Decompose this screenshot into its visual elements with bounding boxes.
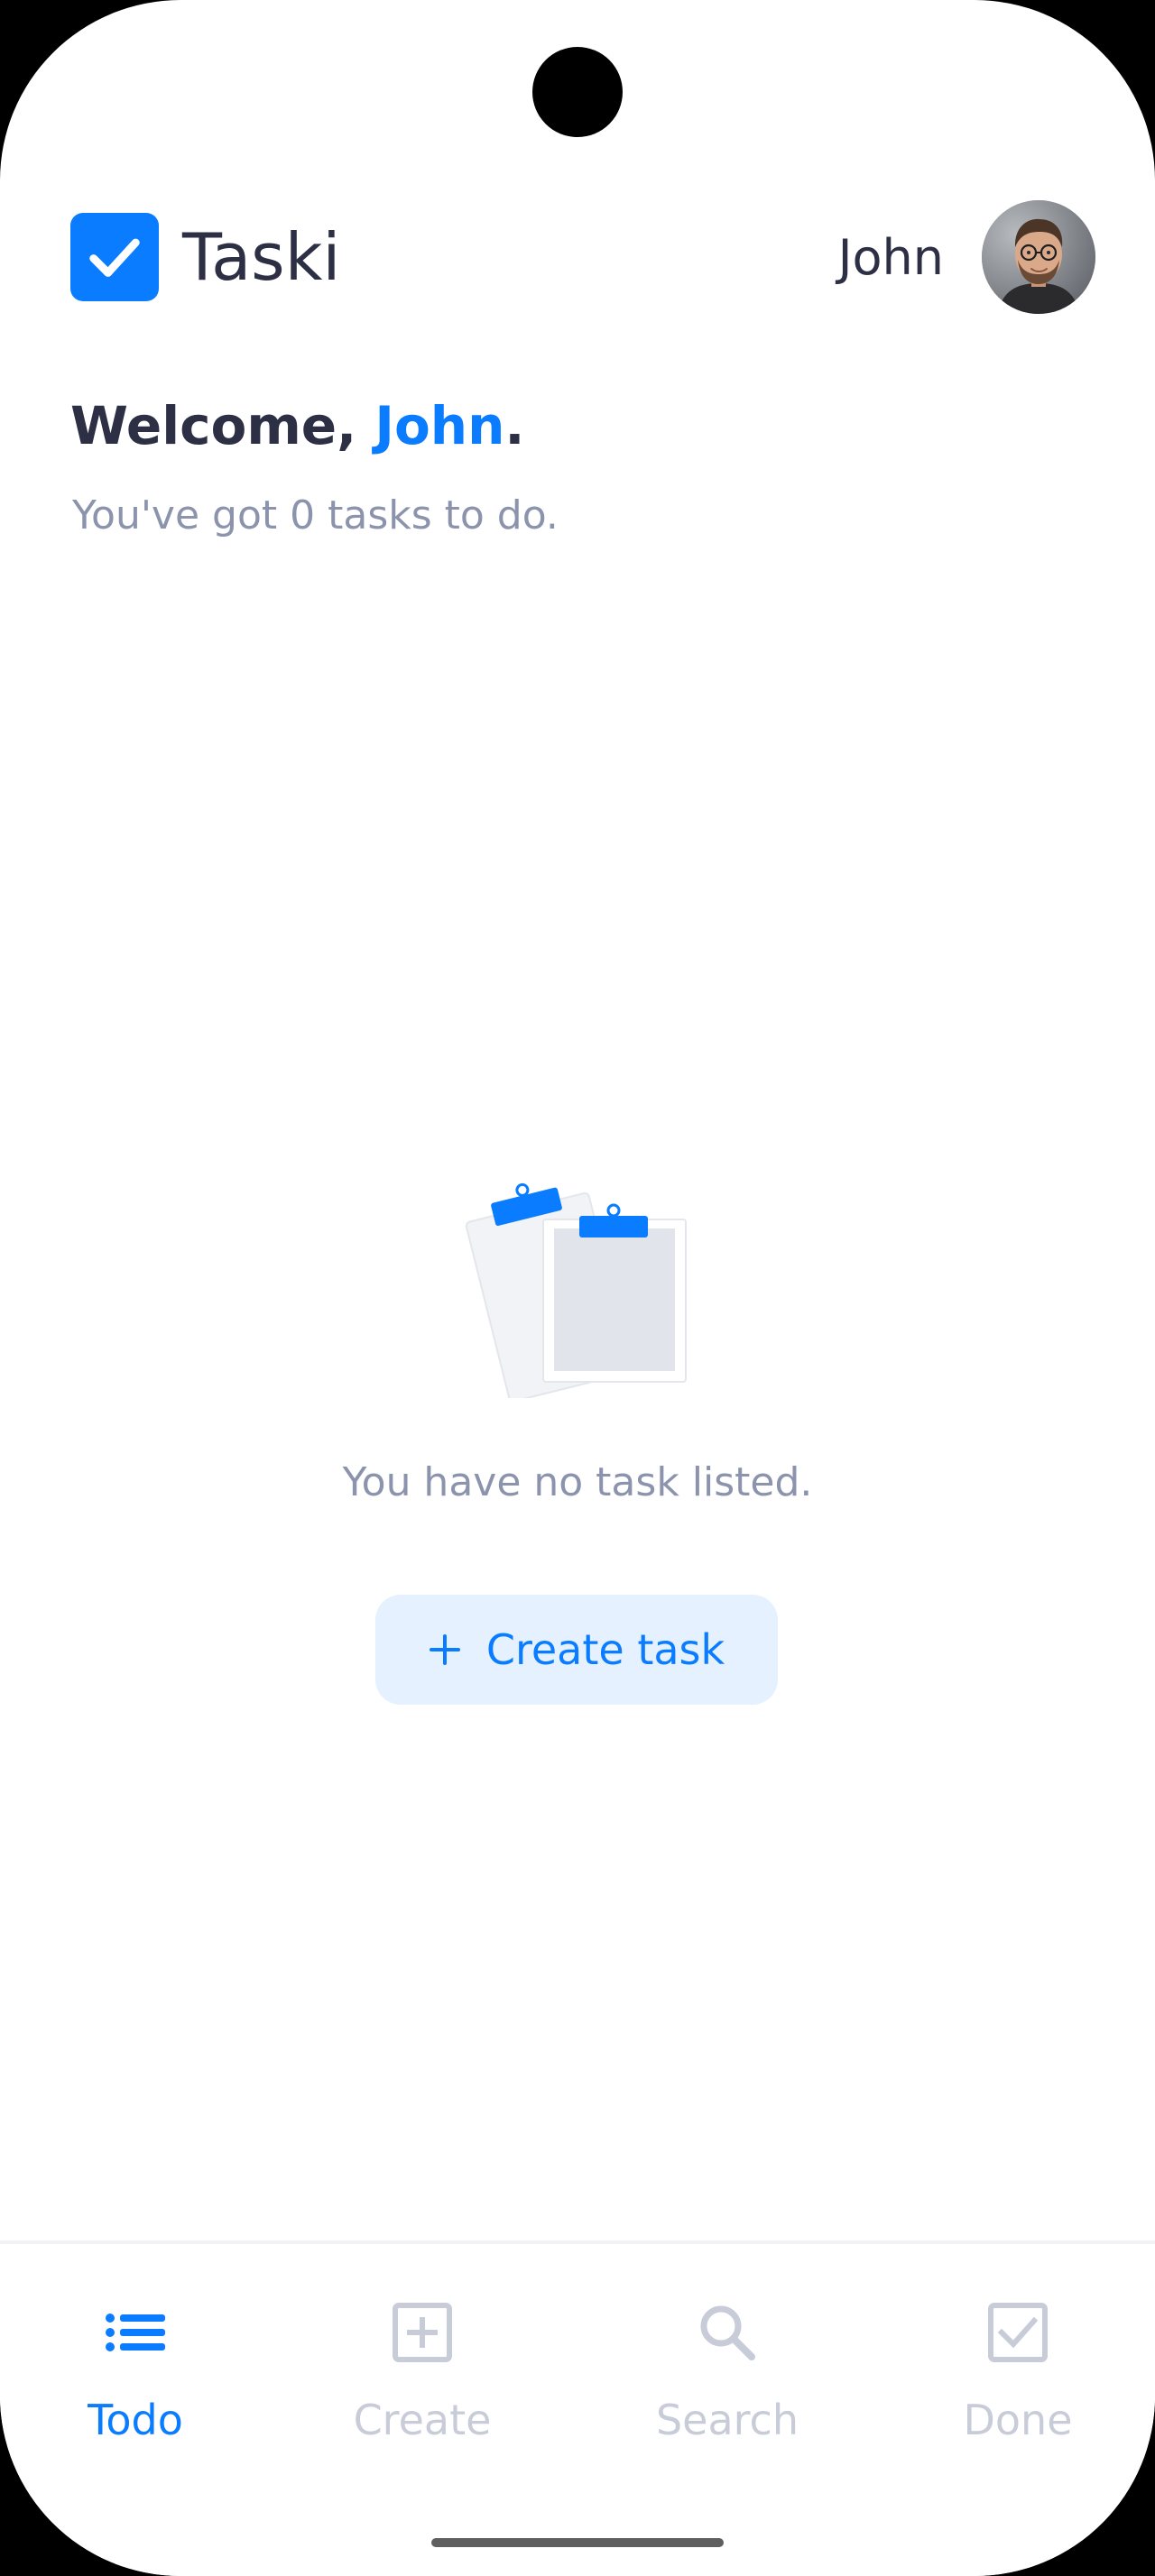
- welcome-user-name: John: [374, 395, 505, 456]
- app-name: Taski: [182, 219, 341, 295]
- welcome-heading: Welcome, John.: [70, 395, 524, 456]
- welcome-suffix: .: [504, 395, 525, 456]
- nav-item-done[interactable]: Done: [910, 2298, 1126, 2488]
- user-profile[interactable]: John: [838, 200, 1095, 314]
- checkmark-logo-icon: [70, 213, 159, 301]
- nav-item-create[interactable]: Create: [314, 2298, 531, 2488]
- task-count-subtitle: You've got 0 tasks to do.: [72, 492, 559, 538]
- phone-screen: Taski John Welcome, John. You've got 0 t…: [0, 0, 1155, 2576]
- create-task-label: Create task: [485, 1625, 725, 1674]
- list-icon: [101, 2298, 170, 2367]
- create-task-button[interactable]: Create task: [375, 1595, 778, 1705]
- home-indicator[interactable]: [431, 2538, 724, 2547]
- search-icon: [693, 2298, 762, 2367]
- user-name: John: [837, 228, 944, 286]
- plus-icon: [429, 1633, 461, 1666]
- nav-label-done: Done: [963, 2396, 1073, 2444]
- app-header: Taski John: [70, 200, 1095, 314]
- nav-label-todo: Todo: [88, 2396, 183, 2444]
- empty-state-message: You have no task listed.: [342, 1459, 813, 1505]
- nav-item-search[interactable]: Search: [619, 2298, 836, 2488]
- brand: Taski: [70, 213, 340, 301]
- front-camera: [532, 47, 623, 137]
- welcome-prefix: Welcome,: [70, 395, 375, 456]
- nav-item-todo[interactable]: Todo: [27, 2298, 244, 2488]
- bottom-navigation: Todo Create Search Done: [0, 2244, 1155, 2576]
- checkbox-icon: [984, 2298, 1052, 2367]
- add-square-icon: [388, 2298, 457, 2367]
- nav-label-create: Create: [353, 2396, 492, 2444]
- avatar[interactable]: [982, 200, 1095, 314]
- empty-clipboard-illustration: [460, 1164, 704, 1403]
- nav-label-search: Search: [655, 2396, 799, 2444]
